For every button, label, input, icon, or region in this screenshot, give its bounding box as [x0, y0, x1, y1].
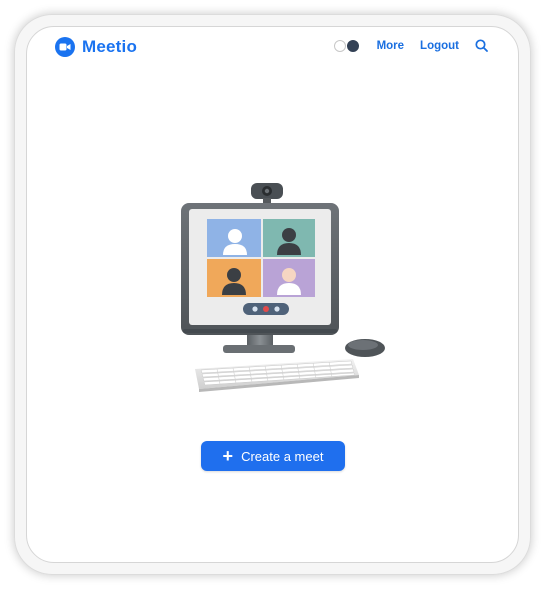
search-icon[interactable]: [475, 39, 488, 52]
webcam-icon: [251, 183, 283, 204]
nav-menu: More Logout: [333, 39, 488, 52]
create-meet-label: Create a meet: [241, 448, 324, 464]
brand-logo[interactable]: Meetio: [55, 37, 137, 57]
create-meet-button[interactable]: + Create a meet: [201, 441, 345, 471]
plus-icon: +: [222, 445, 234, 466]
more-link[interactable]: More: [377, 40, 404, 52]
light-theme-option[interactable]: [333, 39, 346, 52]
theme-toggle[interactable]: [333, 39, 359, 52]
mouse-icon: [345, 339, 385, 357]
call-controls: [243, 303, 289, 315]
brand-name: Meetio: [82, 37, 138, 56]
keyboard-icon: [195, 359, 359, 392]
video-camera-icon: [55, 37, 75, 57]
dark-theme-option[interactable]: [346, 39, 359, 52]
desktop-video-conference-illustration: [181, 183, 385, 392]
top-navbar: Meetio More Logout: [27, 27, 518, 69]
monitor-stand: [223, 335, 295, 353]
app-screen: Meetio More Logout + Create a meet: [26, 26, 519, 563]
logout-link[interactable]: Logout: [420, 40, 459, 52]
